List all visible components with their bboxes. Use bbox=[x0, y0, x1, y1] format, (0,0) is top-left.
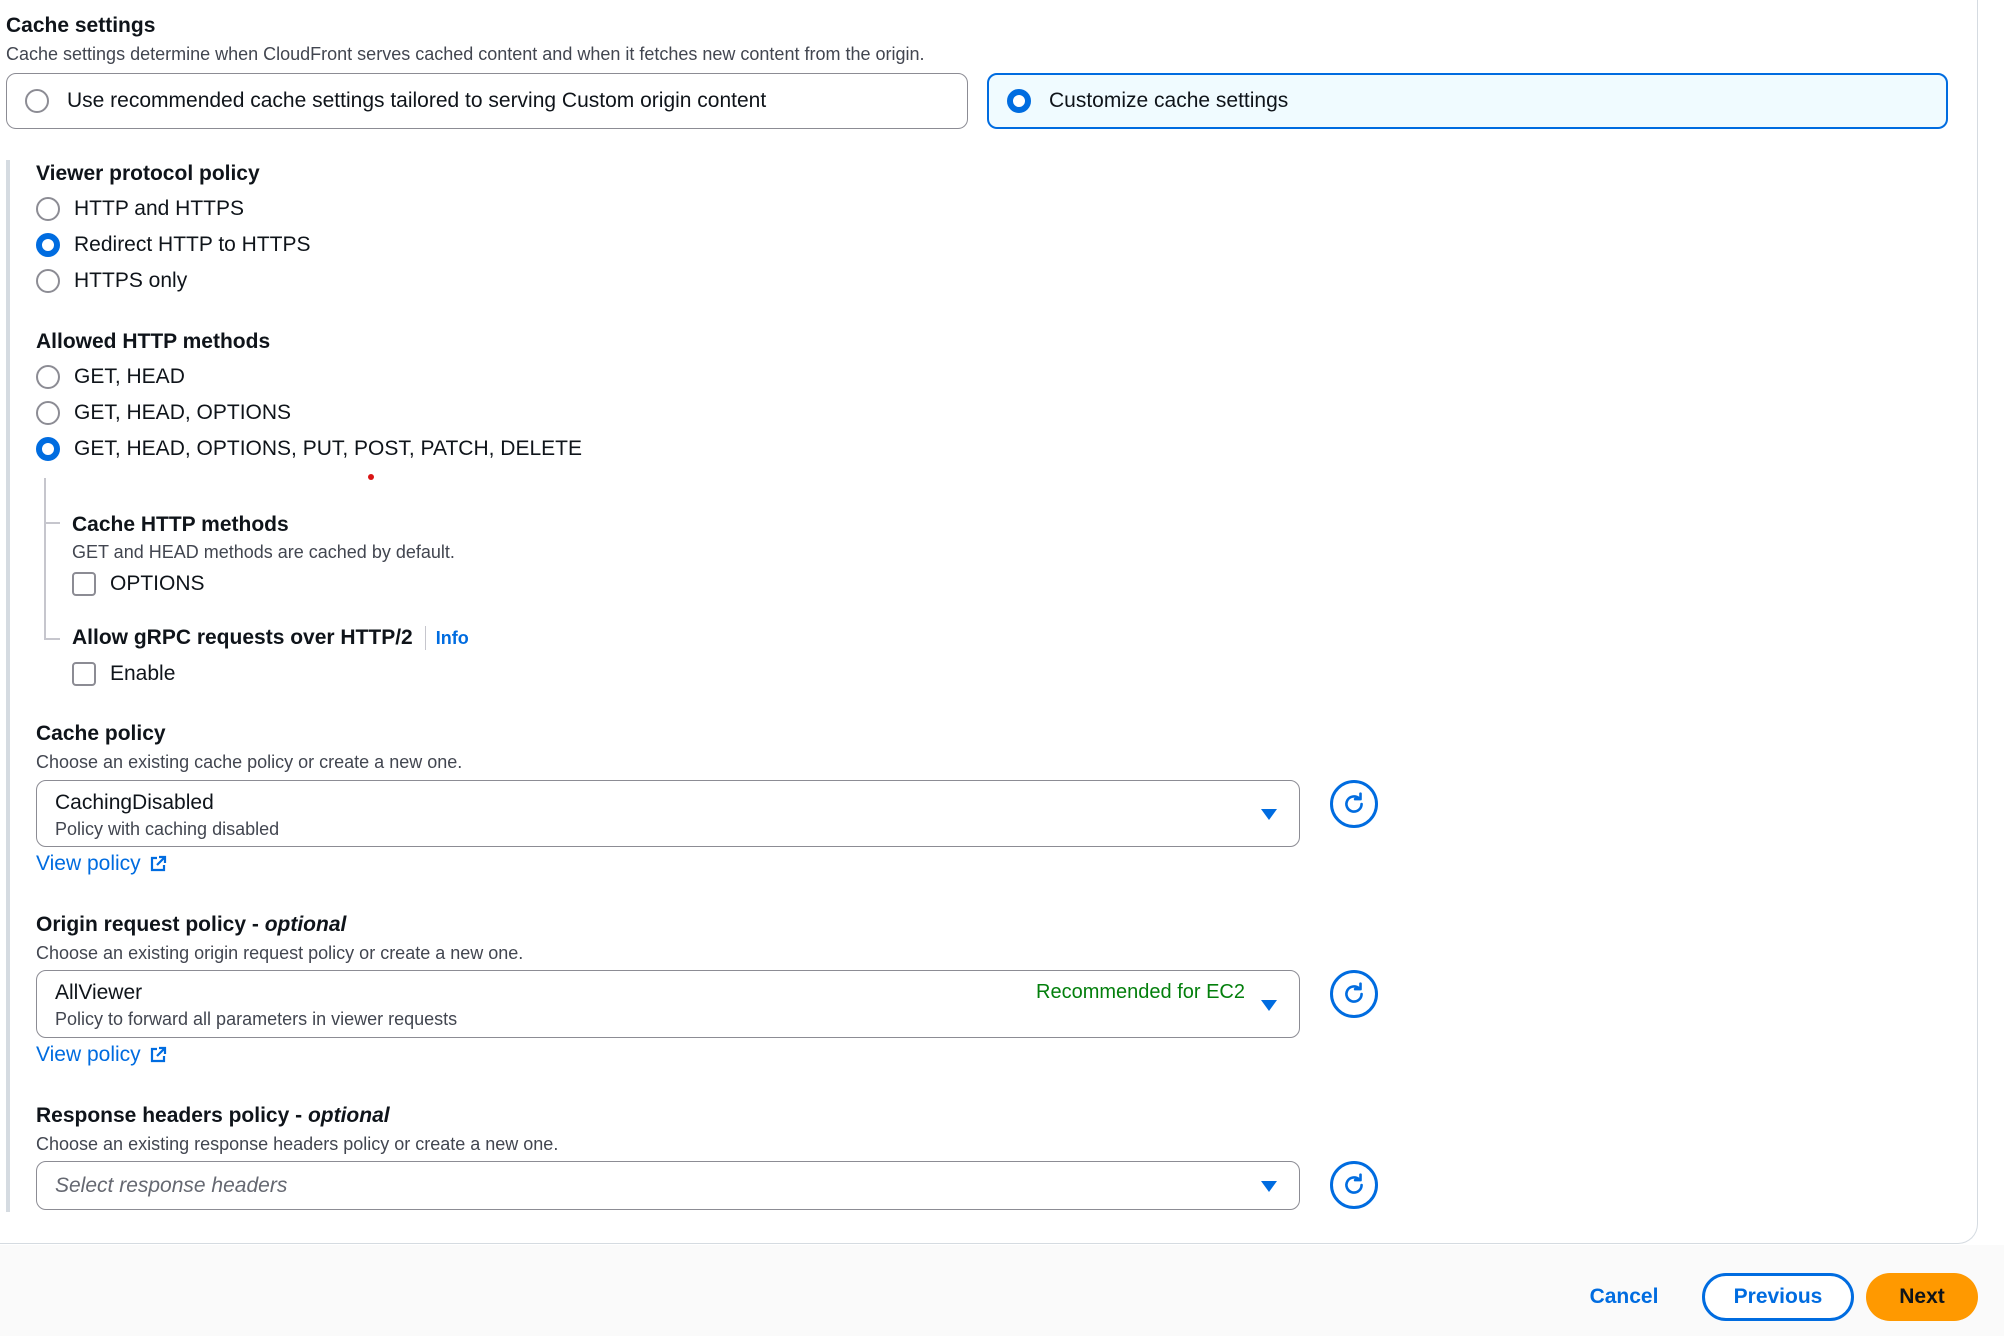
radio-get-head-options-label: GET, HEAD, OPTIONS bbox=[74, 401, 292, 424]
radio-http-and-https[interactable]: HTTP and HTTPS bbox=[36, 197, 244, 221]
info-divider bbox=[424, 626, 426, 650]
refresh-cache-policy-button[interactable] bbox=[1330, 780, 1378, 828]
origin-request-policy-value: AllViewer bbox=[55, 981, 143, 1004]
origin-request-policy-title: Origin request policy - optional bbox=[36, 913, 346, 937]
radio-get-head[interactable]: GET, HEAD bbox=[36, 365, 185, 389]
radio-redirect-input[interactable] bbox=[36, 233, 60, 257]
radio-http-and-https-label: HTTP and HTTPS bbox=[74, 197, 244, 220]
radio-https-only-input[interactable] bbox=[36, 269, 60, 293]
cache-policy-select[interactable]: CachingDisabled Policy with caching disa… bbox=[36, 780, 1300, 847]
radio-recommended-settings[interactable] bbox=[25, 89, 49, 113]
cache-methods-title: Cache HTTP methods bbox=[72, 513, 289, 536]
radio-https-only[interactable]: HTTPS only bbox=[36, 269, 187, 293]
cache-policy-description: Choose an existing cache policy or creat… bbox=[36, 752, 463, 772]
refresh-response-headers-policy-button[interactable] bbox=[1330, 1161, 1378, 1209]
view-cache-policy-link[interactable]: View policy bbox=[36, 852, 167, 876]
checkbox-grpc-enable[interactable]: Enable bbox=[72, 662, 175, 686]
form-card bbox=[0, 0, 1978, 1244]
viewer-protocol-title: Viewer protocol policy bbox=[36, 162, 260, 185]
tile-recommended-settings[interactable]: Use recommended cache settings tailored … bbox=[6, 73, 968, 129]
checkbox-grpc-enable-label: Enable bbox=[110, 662, 176, 685]
checkbox-options[interactable]: OPTIONS bbox=[72, 572, 205, 596]
external-link-icon bbox=[150, 1046, 166, 1063]
origin-request-policy-select[interactable]: AllViewer Policy to forward all paramete… bbox=[36, 970, 1300, 1038]
radio-get-head-options-input[interactable] bbox=[36, 401, 60, 425]
response-headers-policy-select[interactable]: Select response headers bbox=[36, 1161, 1300, 1210]
cache-settings-title: Cache settings bbox=[6, 14, 156, 37]
radio-get-head-options[interactable]: GET, HEAD, OPTIONS bbox=[36, 401, 291, 425]
radio-customize-settings[interactable] bbox=[1007, 89, 1031, 113]
refresh-icon bbox=[1345, 982, 1363, 1003]
checkbox-options-label: OPTIONS bbox=[110, 572, 205, 595]
allowed-methods-title: Allowed HTTP methods bbox=[36, 330, 271, 353]
origin-request-policy-description: Choose an existing origin request policy… bbox=[36, 943, 524, 963]
caret-down-icon bbox=[1261, 1000, 1277, 1011]
refresh-icon bbox=[1345, 792, 1363, 813]
radio-all-methods-input[interactable] bbox=[36, 437, 60, 461]
radio-https-only-label: HTTPS only bbox=[74, 269, 188, 292]
section-indent-bar bbox=[6, 160, 10, 1212]
radio-all-methods[interactable]: GET, HEAD, OPTIONS, PUT, POST, PATCH, DE… bbox=[36, 437, 582, 461]
cache-policy-title: Cache policy bbox=[36, 722, 166, 745]
radio-redirect-http-to-https[interactable]: Redirect HTTP to HTTPS bbox=[36, 233, 311, 257]
cache-settings-description: Cache settings determine when CloudFront… bbox=[6, 44, 925, 64]
optional-tag: optional bbox=[307, 1104, 390, 1127]
grpc-info-link[interactable]: Info bbox=[436, 628, 469, 649]
tile-recommended-label: Use recommended cache settings tailored … bbox=[67, 89, 767, 112]
radio-all-methods-label: GET, HEAD, OPTIONS, PUT, POST, PATCH, DE… bbox=[74, 437, 582, 460]
refresh-origin-request-policy-button[interactable] bbox=[1330, 970, 1378, 1018]
refresh-icon bbox=[1345, 1173, 1363, 1194]
radio-get-head-label: GET, HEAD bbox=[74, 365, 185, 388]
cancel-button[interactable]: Cancel bbox=[1572, 1273, 1676, 1321]
tile-customize-settings[interactable]: Customize cache settings bbox=[987, 73, 1948, 129]
cache-policy-value-sub: Policy with caching disabled bbox=[55, 819, 280, 839]
response-headers-policy-title-text: Response headers policy - bbox=[36, 1104, 308, 1127]
response-headers-policy-title: Response headers policy - optional bbox=[36, 1104, 390, 1128]
cache-policy-value: CachingDisabled bbox=[55, 791, 214, 814]
grpc-header: Allow gRPC requests over HTTP/2 Info bbox=[72, 626, 469, 650]
tile-customize-label: Customize cache settings bbox=[1049, 89, 1289, 112]
response-headers-policy-description: Choose an existing response headers poli… bbox=[36, 1134, 559, 1154]
origin-request-policy-title-text: Origin request policy - bbox=[36, 913, 265, 936]
checkbox-grpc-enable-input[interactable] bbox=[72, 662, 96, 686]
checkbox-options-input[interactable] bbox=[72, 572, 96, 596]
radio-redirect-label: Redirect HTTP to HTTPS bbox=[74, 233, 311, 256]
cache-methods-description: GET and HEAD methods are cached by defau… bbox=[72, 542, 455, 562]
view-origin-request-policy-link[interactable]: View policy bbox=[36, 1043, 167, 1067]
view-origin-request-policy-label: View policy bbox=[36, 1043, 141, 1066]
response-headers-placeholder: Select response headers bbox=[55, 1174, 288, 1197]
recommended-badge: Recommended for EC2 bbox=[1036, 981, 1245, 1003]
caret-down-icon bbox=[1261, 809, 1277, 820]
grpc-title: Allow gRPC requests over HTTP/2 bbox=[72, 626, 413, 649]
next-button[interactable]: Next bbox=[1866, 1273, 1978, 1321]
radio-http-and-https-input[interactable] bbox=[36, 197, 60, 221]
previous-button[interactable]: Previous bbox=[1702, 1273, 1854, 1321]
tree-branch bbox=[44, 638, 60, 640]
radio-get-head-input[interactable] bbox=[36, 365, 60, 389]
view-cache-policy-label: View policy bbox=[36, 852, 141, 875]
marker-dot bbox=[368, 474, 374, 480]
optional-tag: optional bbox=[264, 913, 347, 936]
tree-branch bbox=[44, 522, 60, 524]
tree-connector bbox=[44, 478, 46, 640]
caret-down-icon bbox=[1261, 1181, 1277, 1192]
external-link-icon bbox=[150, 855, 166, 872]
origin-request-policy-value-sub: Policy to forward all parameters in view… bbox=[55, 1009, 458, 1029]
